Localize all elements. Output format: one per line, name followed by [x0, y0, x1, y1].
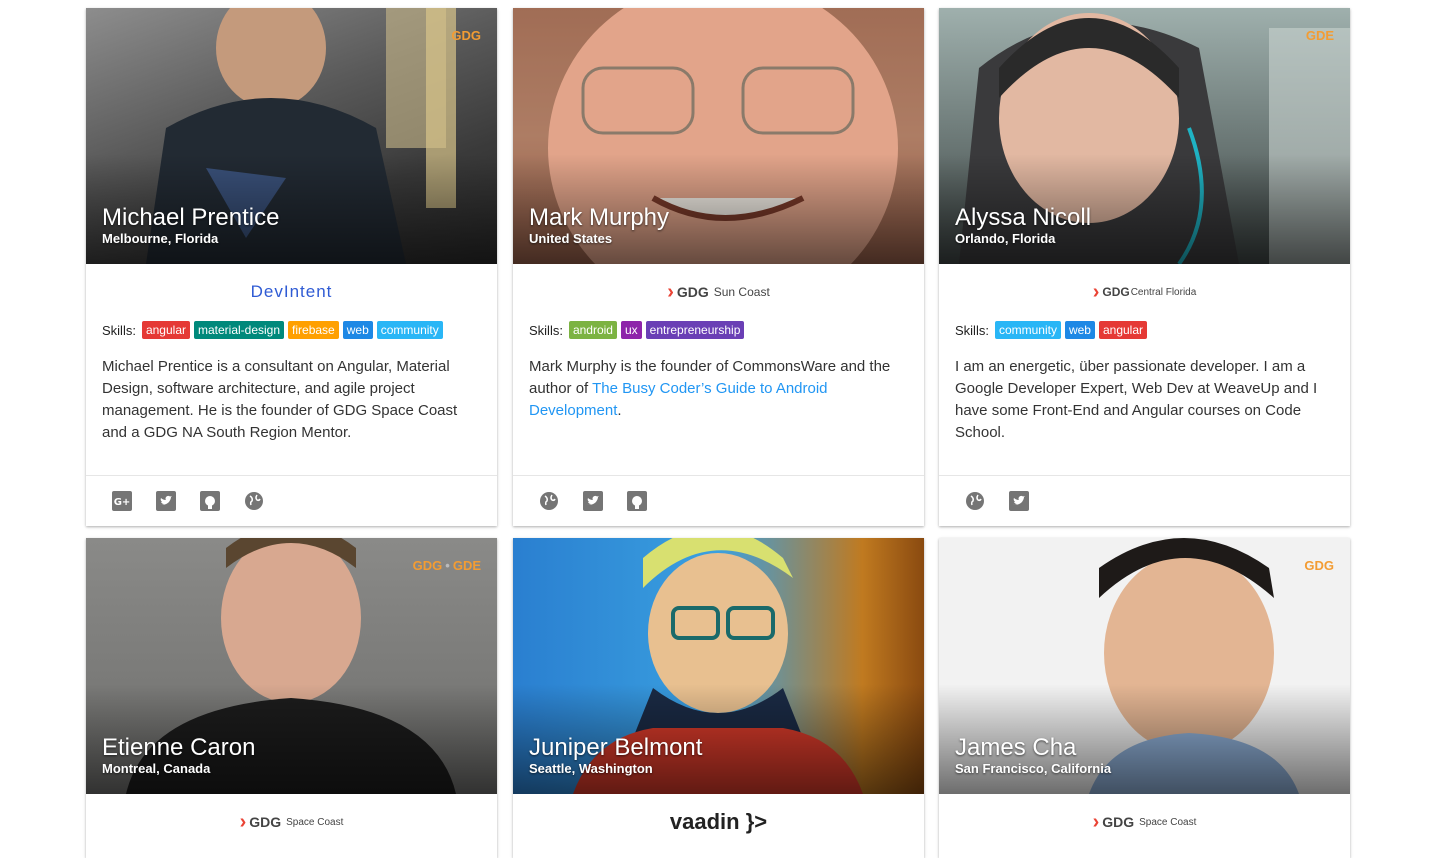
status-badge: GDG: [451, 28, 481, 43]
vaadin-logo: vaadin }>: [669, 809, 768, 834]
skills-label: Skills:: [529, 322, 563, 338]
org-logo[interactable]: › GDG Space Coast: [939, 794, 1350, 850]
gdg-logo-text: GDG: [1102, 285, 1130, 299]
github-icon[interactable]: [200, 491, 220, 511]
skill-tag[interactable]: community: [994, 321, 1061, 339]
skill-tag[interactable]: firebase: [288, 321, 339, 339]
social-links: [939, 475, 1350, 526]
badge-gde: GDE: [1305, 28, 1334, 43]
skill-tag[interactable]: ux: [620, 321, 642, 339]
speaker-location: United States: [529, 231, 613, 246]
social-links: [513, 475, 924, 526]
devintent-logo: DevIntent: [250, 282, 333, 301]
gdg-chapter-name: Space Coast: [1139, 816, 1197, 828]
badge-separator: •: [445, 558, 450, 573]
speaker-bio: Mark Murphy is the founder of CommonsWar…: [513, 340, 924, 475]
speaker-name: Michael Prentice: [102, 204, 280, 231]
speaker-location: Orlando, Florida: [955, 231, 1056, 246]
speaker-photo[interactable]: GDE Alyssa Nicoll Orlando, Florida: [939, 8, 1350, 264]
badge-gde: GDE: [452, 558, 481, 573]
gdg-logo: › GDG Space Coast: [240, 811, 344, 834]
speaker-card: GDG James Cha San Francisco, California …: [939, 538, 1350, 858]
org-logo[interactable]: DevIntent: [86, 264, 497, 320]
gdg-logo-text: GDG: [249, 814, 282, 830]
skill-tag[interactable]: web: [1064, 321, 1095, 339]
skills-label: Skills:: [102, 322, 136, 338]
skills-row: Skills: community web angular: [939, 320, 1350, 340]
skill-tag[interactable]: entrepreneurship: [645, 321, 745, 339]
gdg-chevron-icon: ›: [1092, 280, 1100, 303]
gdg-chapter-name: Central Florida: [1130, 286, 1197, 298]
gdg-chevron-icon: ›: [667, 280, 674, 303]
speaker-card: GDG • GDE Etienne Caron Montreal, Canada ›…: [86, 538, 497, 858]
skill-tag[interactable]: android: [568, 321, 617, 339]
speaker-photo[interactable]: Juniper Belmont Seattle, Washington: [513, 538, 924, 794]
gdg-chevron-icon: ›: [1092, 810, 1100, 833]
gdg-chapter-name: Space Coast: [286, 816, 344, 828]
gdg-logo: › GDG Space Coast: [1093, 811, 1197, 834]
gdg-logo: › GDG Sun Coast: [667, 281, 770, 304]
skill-tag[interactable]: angular: [141, 321, 190, 339]
badge-gdg: GDG: [1304, 558, 1334, 573]
org-logo[interactable]: › GDG Sun Coast: [513, 264, 924, 320]
skills-row: Skills: angular material-design firebase…: [86, 320, 497, 340]
website-icon[interactable]: [965, 491, 985, 511]
social-links: G+: [86, 475, 497, 526]
gdg-chevron-icon: ›: [239, 810, 247, 833]
badge-gdg: GDG: [451, 28, 481, 43]
bio-text-end: .: [617, 402, 622, 419]
skills-row: Skills: android ux entrepreneurship: [513, 320, 924, 340]
speaker-card: GDE Alyssa Nicoll Orlando, Florida › GDG…: [939, 8, 1350, 526]
org-logo[interactable]: › GDG Space Coast: [86, 794, 497, 850]
speaker-photo[interactable]: GDG • GDE Etienne Caron Montreal, Canada: [86, 538, 497, 794]
speaker-name: Alyssa Nicoll: [955, 204, 1092, 231]
skill-tag[interactable]: angular: [1098, 321, 1148, 339]
speaker-card: Juniper Belmont Seattle, Washington vaad…: [513, 538, 924, 858]
speaker-photo[interactable]: GDG James Cha San Francisco, California: [939, 538, 1350, 794]
website-icon[interactable]: [539, 491, 559, 511]
github-icon[interactable]: [627, 491, 647, 511]
speaker-photo[interactable]: GDG Michael Prentice Melbourne, Florida: [86, 8, 497, 264]
org-logo[interactable]: › GDG Central Florida: [939, 264, 1350, 320]
gdg-logo: › GDG Central Florida: [1093, 281, 1197, 304]
speaker-location: San Francisco, California: [955, 761, 1112, 776]
speaker-bio: Michael Prentice is a consultant on Angu…: [102, 358, 458, 441]
speaker-location: Montreal, Canada: [102, 761, 211, 776]
speaker-name: Mark Murphy: [529, 204, 670, 231]
website-icon[interactable]: [244, 491, 264, 511]
speaker-name: Juniper Belmont: [529, 734, 703, 761]
speaker-location: Seattle, Washington: [529, 761, 653, 776]
speaker-name: James Cha: [955, 734, 1077, 761]
svg-text:G+: G+: [114, 497, 131, 508]
speaker-card: GDG Michael Prentice Melbourne, Florida …: [86, 8, 497, 526]
status-badge: GDE: [1306, 28, 1334, 43]
speaker-name: Etienne Caron: [102, 734, 256, 761]
twitter-icon[interactable]: [583, 491, 603, 511]
speaker-photo[interactable]: Mark Murphy United States: [513, 8, 924, 264]
speaker-location: Melbourne, Florida: [102, 231, 219, 246]
status-badge: GDG • GDE: [413, 558, 481, 573]
skill-tag[interactable]: web: [342, 321, 373, 339]
speaker-card: Mark Murphy United States › GDG Sun Coas…: [513, 8, 924, 526]
twitter-icon[interactable]: [156, 491, 176, 511]
gdg-chapter-name: Sun Coast: [713, 285, 770, 299]
google-plus-icon[interactable]: G+: [112, 491, 132, 511]
twitter-icon[interactable]: [1009, 491, 1029, 511]
gdg-logo-text: GDG: [676, 284, 709, 300]
skill-tag[interactable]: material-design: [193, 321, 285, 339]
org-logo[interactable]: vaadin }>: [513, 794, 924, 850]
speaker-bio: I am an energetic, über passionate devel…: [955, 358, 1318, 441]
gdg-logo-text: GDG: [1102, 814, 1135, 830]
badge-gdg: GDG: [412, 558, 443, 573]
skill-tag[interactable]: community: [376, 321, 443, 339]
status-badge: GDG: [1304, 558, 1334, 573]
skills-label: Skills:: [955, 322, 989, 338]
